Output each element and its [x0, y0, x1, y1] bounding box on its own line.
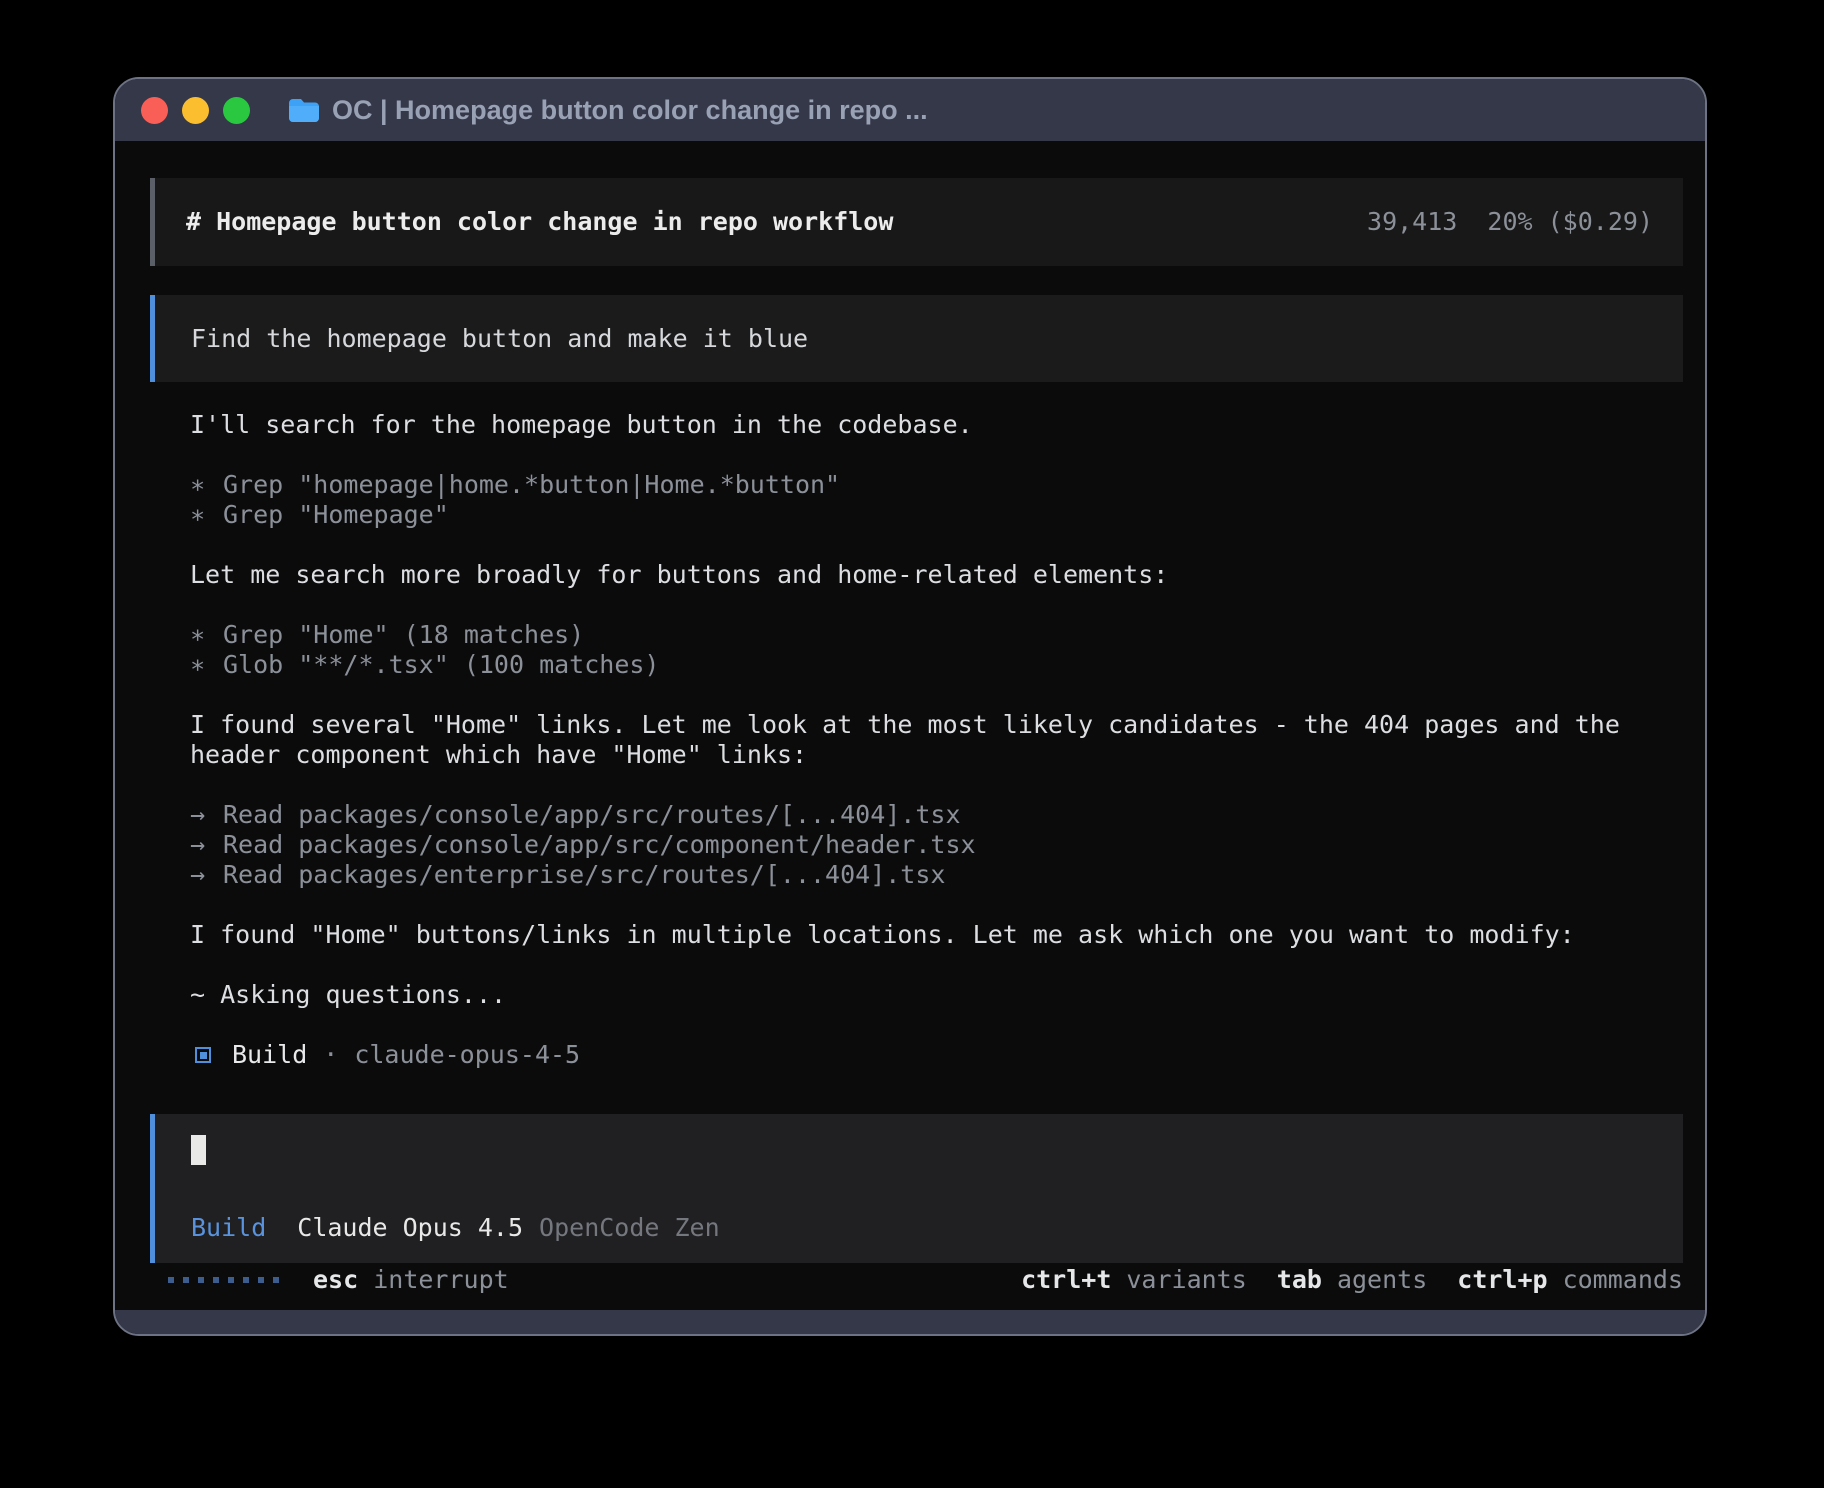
arrow-right-icon: →: [190, 830, 223, 860]
titlebar-title-group: OC | Homepage button color change in rep…: [288, 95, 928, 126]
editor-footer: Build Claude Opus 4.5 OpenCode Zen: [191, 1213, 1653, 1243]
agent-status-line: Build · claude-opus-4-5: [190, 1040, 1683, 1070]
arrow-right-icon: →: [190, 800, 223, 830]
tab-key-hint: tab: [1277, 1265, 1322, 1295]
tool-call-group: → Read packages/console/app/src/routes/[…: [190, 800, 1683, 890]
arrow-right-icon: →: [190, 860, 223, 890]
text-cursor: [191, 1135, 206, 1165]
status-bar: esc interrupt ctrl+t variants tab agents…: [150, 1265, 1683, 1295]
session-token-stats: 39,413 20% ($0.29): [1367, 207, 1653, 237]
shortcut-variants: ctrl+t variants: [1021, 1265, 1247, 1295]
asking-questions-status: ~ Asking questions...: [190, 980, 1683, 1010]
traffic-lights: [141, 97, 250, 124]
ctrl-p-key-hint: ctrl+p: [1457, 1265, 1547, 1295]
status-left: esc interrupt: [168, 1265, 509, 1295]
assistant-transcript: I'll search for the homepage button in t…: [150, 410, 1683, 1070]
tool-call-grep: ∗ Grep "homepage|home.*button|Home.*butt…: [190, 470, 1683, 500]
folder-icon: [288, 97, 320, 123]
esc-key-hint: esc: [313, 1265, 358, 1295]
agent-build-icon: [195, 1047, 211, 1063]
tool-call-read: → Read packages/console/app/src/componen…: [190, 830, 1683, 860]
user-message-text: Find the homepage button and make it blu…: [191, 324, 808, 354]
editor-provider-label: OpenCode Zen: [539, 1213, 720, 1243]
commands-label: commands: [1563, 1265, 1683, 1295]
tool-call-group: ∗ Grep "Home" (18 matches) ∗ Glob "**/*.…: [190, 620, 1683, 680]
variants-label: variants: [1126, 1265, 1246, 1295]
terminal-window: OC | Homepage button color change in rep…: [113, 77, 1707, 1336]
agents-label: agents: [1337, 1265, 1427, 1295]
editor-agent-label[interactable]: Build: [191, 1213, 266, 1243]
assistant-paragraph: I found "Home" buttons/links in multiple…: [190, 920, 1683, 950]
separator-dot: ·: [323, 1040, 338, 1070]
status-shortcuts: ctrl+t variants tab agents ctrl+p comman…: [991, 1265, 1683, 1295]
interrupt-hint-label: [358, 1265, 373, 1295]
agent-name: Build: [232, 1040, 307, 1070]
assistant-paragraph: I'll search for the homepage button in t…: [190, 410, 1683, 440]
tool-bullet-icon: ∗: [190, 650, 223, 680]
tool-call-grep: ∗ Grep "Homepage": [190, 500, 1683, 530]
tool-call-glob: ∗ Glob "**/*.tsx" (100 matches): [190, 650, 1683, 680]
window-title: OC | Homepage button color change in rep…: [332, 95, 928, 126]
tool-bullet-icon: ∗: [190, 500, 223, 530]
tool-call-grep: ∗ Grep "Home" (18 matches): [190, 620, 1683, 650]
terminal-content: # Homepage button color change in repo w…: [115, 141, 1705, 1310]
zoom-button[interactable]: [223, 97, 250, 124]
ctrl-t-key-hint: ctrl+t: [1021, 1265, 1111, 1295]
tool-bullet-icon: ∗: [190, 620, 223, 650]
window-titlebar: OC | Homepage button color change in rep…: [115, 79, 1705, 141]
tool-bullet-icon: ∗: [190, 470, 223, 500]
working-spinner-dots: [168, 1277, 279, 1283]
shortcut-agents: tab agents: [1277, 1265, 1427, 1295]
shortcut-commands: ctrl+p commands: [1457, 1265, 1683, 1295]
session-header: # Homepage button color change in repo w…: [150, 178, 1683, 266]
agent-model: claude-opus-4-5: [354, 1040, 580, 1070]
session-title: # Homepage button color change in repo w…: [186, 207, 893, 237]
tool-call-group: ∗ Grep "homepage|home.*button|Home.*butt…: [190, 470, 1683, 530]
minimize-button[interactable]: [182, 97, 209, 124]
assistant-paragraph: I found several "Home" links. Let me loo…: [190, 710, 1683, 770]
tool-call-read: → Read packages/console/app/src/routes/[…: [190, 800, 1683, 830]
window-bottom-edge: [115, 1310, 1705, 1334]
editor-model-label[interactable]: Claude Opus 4.5: [297, 1213, 523, 1243]
assistant-paragraph: Let me search more broadly for buttons a…: [190, 560, 1683, 590]
prompt-input[interactable]: Build Claude Opus 4.5 OpenCode Zen: [150, 1114, 1683, 1263]
tool-call-read: → Read packages/enterprise/src/routes/[.…: [190, 860, 1683, 890]
user-message: Find the homepage button and make it blu…: [150, 295, 1683, 382]
interrupt-label: interrupt: [373, 1265, 508, 1295]
close-button[interactable]: [141, 97, 168, 124]
